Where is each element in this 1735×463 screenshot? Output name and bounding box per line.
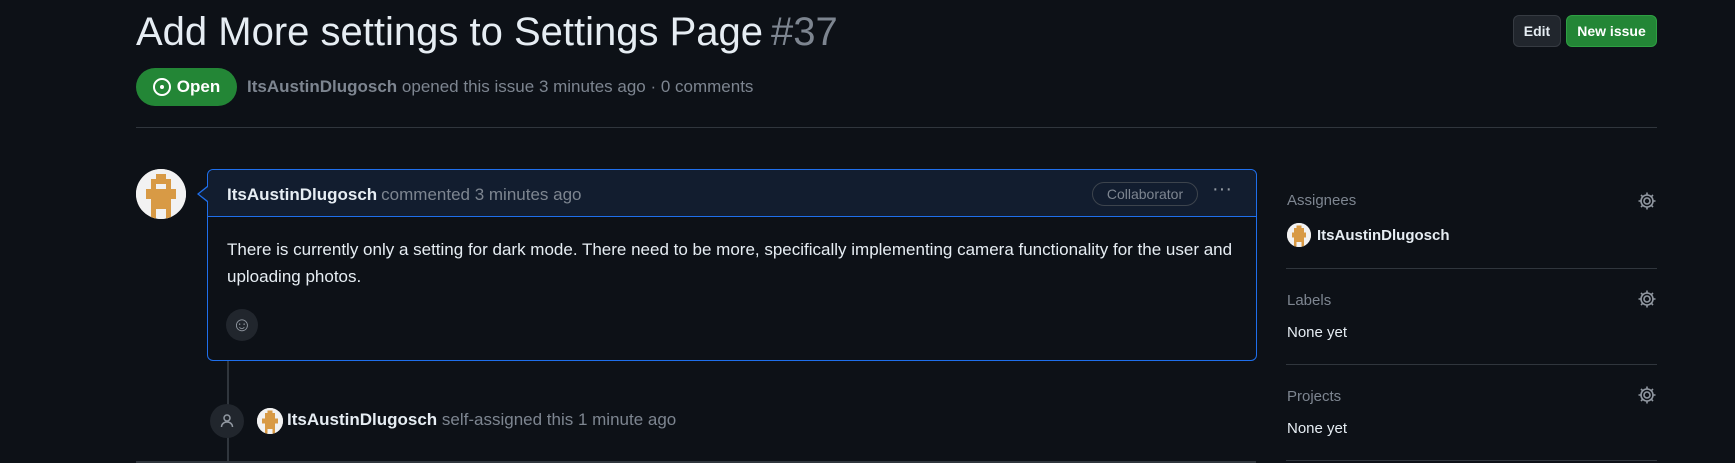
assignee-name[interactable]: ItsAustinDlugosch [1317,227,1450,244]
assignees-heading[interactable]: Assignees [1287,192,1356,209]
projects-heading[interactable]: Projects [1287,388,1341,405]
sidebar-divider [1286,364,1657,365]
labels-gear-icon[interactable] [1637,289,1657,309]
comment-author-link[interactable]: ItsAustinDlugosch [227,185,377,204]
header-divider [136,127,1657,128]
comment-pointer-fill [199,187,208,201]
issue-meta-text: opened this issue 3 minutes ago · 0 comm… [401,77,754,96]
issue-meta: ItsAustinDlugosch opened this issue 3 mi… [247,77,753,97]
add-reaction-icon[interactable]: ☺ [226,309,258,341]
sidebar-divider [1286,460,1657,461]
edit-button[interactable]: Edit [1513,15,1561,47]
comment-author-avatar[interactable] [136,169,186,219]
new-issue-button[interactable]: New issue [1566,15,1657,47]
issue-state-badge: Open [136,68,237,106]
comment-author: ItsAustinDlugosch commented 3 minutes ago [227,185,582,205]
labels-heading[interactable]: Labels [1287,292,1331,309]
labels-value: None yet [1287,324,1348,341]
issue-opened-icon [152,78,171,96]
event-author-avatar[interactable] [257,408,283,434]
comment-timestamp[interactable]: commented 3 minutes ago [381,185,581,204]
comment-header: ItsAustinDlugosch commented 3 minutes ago… [208,170,1256,217]
issue-author-link[interactable]: ItsAustinDlugosch [247,77,397,96]
projects-value: None yet [1287,420,1348,437]
collaborator-badge: Collaborator [1092,182,1198,206]
issue-state-label: Open [176,77,221,96]
person-icon [210,404,244,438]
event-author-link[interactable]: ItsAustinDlugosch [287,410,437,429]
assignee-avatar[interactable] [1287,223,1311,247]
sidebar-divider [1286,268,1657,269]
kebab-menu-icon[interactable]: ··· [1211,179,1233,202]
event-text: self-assigned this 1 minute ago [441,410,677,429]
issue-title-text: Add More settings to Settings Page [136,10,764,54]
issue-number: #37 [771,10,838,54]
projects-gear-icon[interactable] [1637,385,1657,405]
timeline-event: ItsAustinDlugosch self-assigned this 1 m… [287,410,676,430]
comment-body: There is currently only a setting for da… [227,240,1233,286]
comment-box: ItsAustinDlugosch commented 3 minutes ago… [207,169,1257,361]
assignees-gear-icon[interactable] [1637,191,1657,211]
issue-title: Add More settings to Settings Page #37 [136,10,838,55]
